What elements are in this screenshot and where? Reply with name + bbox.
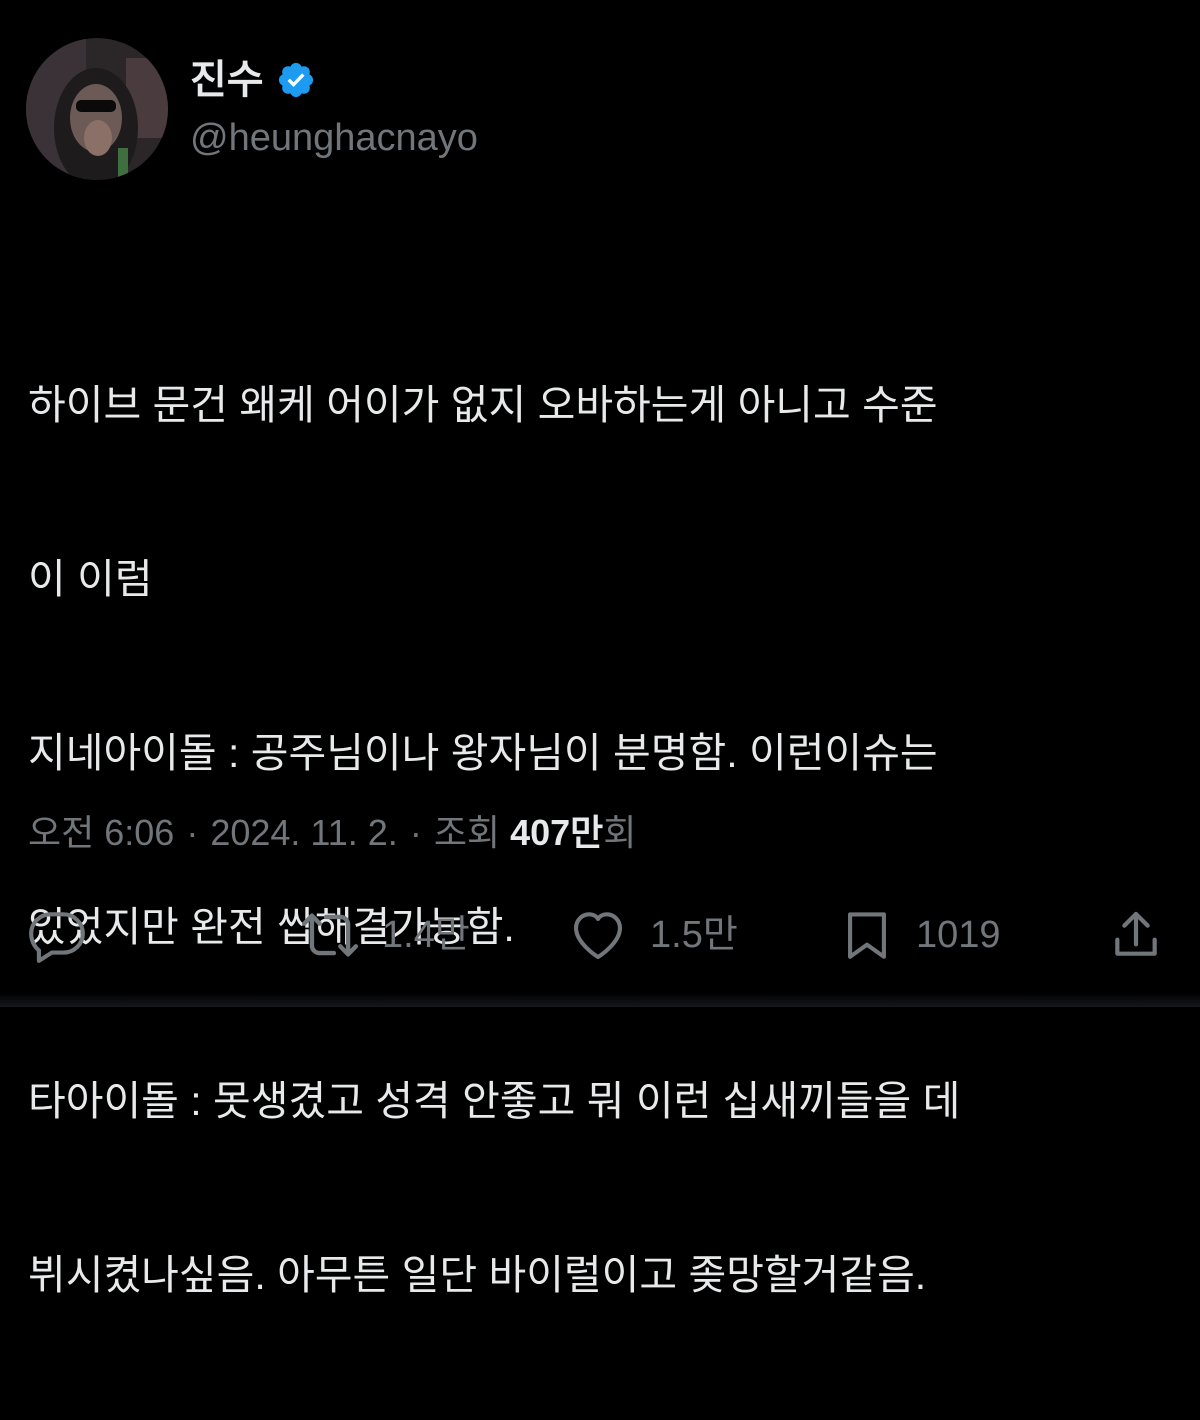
share-button[interactable] — [1108, 900, 1184, 970]
tweet-time[interactable]: 오전 6:06 — [28, 804, 174, 856]
share-icon — [1115, 911, 1157, 956]
bookmark-button[interactable]: 1019 — [838, 900, 1001, 970]
tweet-text-line: 뷔시켰나싶음. 아무튼 일단 바이럴이고 좆망할거같음. — [28, 1252, 927, 1298]
author-handle[interactable]: @heunghacnayo — [190, 116, 478, 162]
retweet-icon — [301, 913, 359, 957]
tweet-text-line: 지네아이돌 : 공주님이나 왕자님이 분명함. 이런이슈는 — [28, 730, 938, 776]
tweet-text-line: 하이브 문건 왜케 어이가 없지 오바하는게 아니고 수준 — [28, 382, 938, 428]
views-label: 조회 — [433, 812, 501, 853]
tweet-text-line: 타아이돌 : 못생겼고 성격 안좋고 뭐 이런 십새끼들을 데 — [28, 1078, 961, 1124]
views-count: 407만 — [510, 812, 604, 853]
retweet-count: 1.4만 — [382, 914, 470, 956]
heart-icon — [573, 912, 623, 960]
like-button[interactable]: 1.5만 — [566, 900, 738, 970]
retweet-button[interactable]: 1.4만 — [298, 900, 470, 970]
meta-separator: · — [186, 812, 199, 853]
action-bar: 1.4만 1.5만 1019 — [0, 900, 1200, 970]
avatar-photo-icon — [26, 38, 168, 180]
views-suffix: 회 — [603, 812, 637, 853]
author-name-row[interactable]: 진수 — [190, 52, 316, 108]
tweet-meta: 오전 6:06 · 2024. 11. 2. · 조회 407만 회 — [28, 804, 636, 856]
tweet-date[interactable]: 2024. 11. 2. — [210, 812, 398, 854]
bookmark-icon — [848, 912, 886, 959]
meta-separator: · — [409, 812, 422, 853]
bookmark-count: 1019 — [916, 914, 1001, 956]
divider — [0, 875, 1200, 876]
tweet-detail: 진수 @heunghacnayo 하이브 문건 왜케 어이가 없지 오바하는게 … — [0, 0, 1200, 1298]
reply-button[interactable] — [26, 900, 108, 970]
tweet-text-line: 이 이럼 — [28, 556, 153, 602]
verified-badge-icon — [278, 62, 313, 98]
bottom-edge — [0, 993, 1200, 1007]
avatar[interactable] — [26, 38, 168, 180]
reply-icon — [29, 912, 85, 963]
like-count: 1.5만 — [650, 914, 738, 956]
display-name[interactable]: 진수 — [190, 60, 264, 100]
